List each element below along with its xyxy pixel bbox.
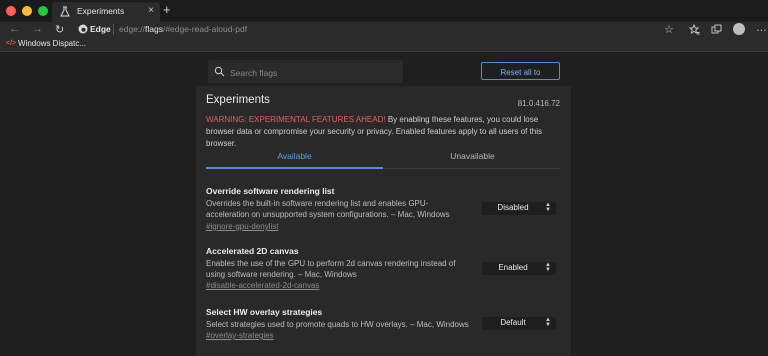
window-maximize-button[interactable]	[38, 6, 48, 16]
window-close-button[interactable]	[6, 6, 16, 16]
warning-heading: WARNING: EXPERIMENTAL FEATURES AHEAD!	[206, 115, 386, 124]
browser-tab[interactable]: Experiments ×	[52, 2, 160, 22]
search-flags-input[interactable]	[228, 63, 402, 82]
back-icon[interactable]: ←	[9, 23, 20, 35]
experiment-description: Select strategies used to promote quads …	[206, 320, 469, 329]
experiment-select[interactable]: Enabled ▲ ▼	[482, 262, 556, 275]
experiment-link[interactable]: #ignore-gpu-denylist	[206, 222, 279, 231]
updown-arrows-icon: ▲ ▼	[545, 202, 551, 213]
address-bar[interactable]: Edge edge://flags/#edge-read-aloud-pdf	[73, 22, 685, 37]
tab-available[interactable]: Available	[206, 146, 383, 169]
experiments-panel: Experiments 81.0.416.72 WARNING: EXPERIM…	[196, 86, 571, 356]
experiment-link[interactable]: #disable-accelerated-2d-canvas	[206, 281, 319, 290]
flask-icon	[60, 6, 70, 17]
new-tab-button[interactable]: +	[163, 2, 171, 17]
code-icon: </>	[6, 40, 17, 47]
reset-all-button[interactable]: Reset all to default	[481, 62, 560, 95]
experiment-select-value: Enabled	[498, 263, 528, 272]
collections-icon[interactable]	[711, 24, 722, 35]
experiment-name: Accelerated 2D canvas	[206, 246, 299, 256]
experiment-name: Select HW overlay strategies	[206, 307, 323, 317]
experiment-name: Override software rendering list	[206, 186, 335, 196]
more-menu-icon[interactable]: …	[756, 22, 767, 34]
favorite-item-windows-dispatch[interactable]: Windows Dispatc...	[18, 39, 86, 48]
flags-tabs: Available Unavailable	[206, 146, 561, 169]
toolbar: ← → ↻ Edge edge://flags/#edge-read-aloud…	[0, 22, 768, 37]
experiment-select[interactable]: Disabled ▲ ▼	[482, 202, 556, 215]
experiment-description: Overrides the built-in software renderin…	[206, 199, 450, 219]
tab-unavailable[interactable]: Unavailable	[384, 146, 561, 168]
favorites-bar: </> Windows Dispatc...	[0, 37, 768, 52]
forward-icon[interactable]: →	[32, 23, 43, 35]
experiment-select-value: Disabled	[497, 203, 529, 212]
experiment-description: Enables the use of the GPU to perform 2d…	[206, 259, 456, 279]
profile-avatar[interactable]	[733, 23, 745, 35]
window-minimize-button[interactable]	[22, 6, 32, 16]
experiment-link[interactable]: #overlay-strategies	[206, 331, 274, 340]
version-label: 81.0.416.72	[517, 99, 560, 108]
page-title: Experiments	[206, 94, 270, 106]
updown-arrows-icon: ▲ ▼	[545, 262, 551, 273]
warning-message: WARNING: EXPERIMENTAL FEATURES AHEAD! By…	[206, 114, 561, 150]
omnibox-divider	[113, 24, 114, 35]
tab-title: Experiments	[77, 6, 125, 16]
site-chip: Edge	[90, 24, 111, 34]
url-text[interactable]: edge://flags/#edge-read-aloud-pdf	[119, 24, 247, 34]
experiment-select-value: Default	[500, 318, 526, 327]
star-icon[interactable]: ☆	[664, 23, 674, 36]
tab-close-icon[interactable]: ×	[148, 5, 154, 16]
edge-logo-icon	[78, 24, 88, 34]
search-icon	[214, 66, 225, 77]
refresh-icon[interactable]: ↻	[55, 23, 64, 36]
updown-arrows-icon: ▲ ▼	[545, 317, 551, 328]
favorites-icon[interactable]	[689, 24, 700, 35]
tab-strip: Experiments × +	[0, 0, 768, 22]
search-box	[208, 60, 403, 83]
experiment-select[interactable]: Default ▲ ▼	[482, 317, 556, 330]
